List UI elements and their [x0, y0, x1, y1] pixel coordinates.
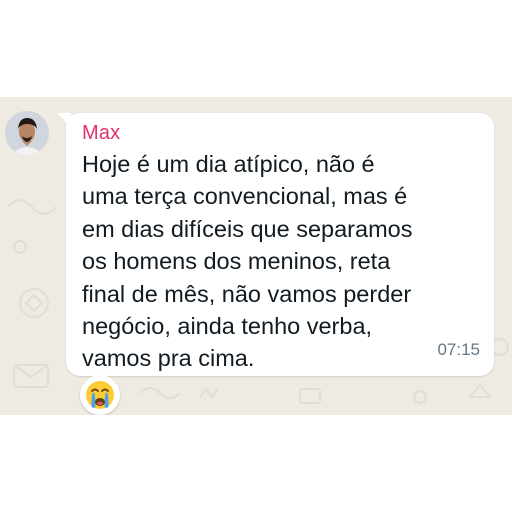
avatar[interactable]	[5, 111, 49, 155]
message-text: Hoje é um dia atípico, não é uma terça c…	[82, 148, 482, 375]
message-timestamp: 07:15	[437, 340, 480, 359]
message-line: negócio, ainda tenho verba,	[82, 313, 373, 340]
chat-background: Max Hoje é um dia atípico, não é uma ter…	[0, 97, 512, 415]
message-line: vamos pra cima.	[82, 345, 255, 372]
avatar-photo	[5, 111, 49, 155]
message-line: uma terça convencional, mas é	[82, 183, 408, 210]
message-bubble[interactable]: Max Hoje é um dia atípico, não é uma ter…	[66, 113, 494, 376]
message-reaction[interactable]	[80, 375, 120, 415]
sender-name[interactable]: Max	[82, 122, 120, 145]
message-line: os homens dos meninos, reta	[82, 248, 391, 275]
message-line: final de mês, não vamos perder	[82, 280, 412, 307]
crying-face-emoji-icon	[86, 381, 114, 409]
message-line: Hoje é um dia atípico, não é	[82, 151, 375, 177]
message-line: em dias difíceis que separamos	[82, 215, 413, 242]
